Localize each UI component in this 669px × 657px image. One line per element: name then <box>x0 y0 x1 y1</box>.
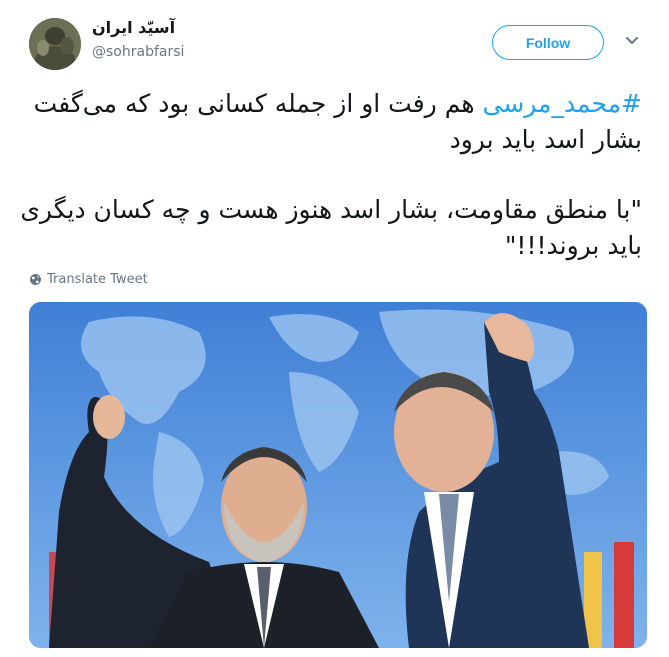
translate-tweet-link[interactable]: Translate Tweet <box>29 272 148 287</box>
photo-image <box>29 302 647 648</box>
follow-button[interactable]: Follow <box>492 25 604 60</box>
translate-tweet-label: Translate Tweet <box>47 272 148 287</box>
tweet-line-1-text: هم رفت او از جمله کسانی بود که می‌گفت <box>33 89 483 118</box>
chevron-down-icon[interactable] <box>624 33 640 49</box>
tweet-line-1: #محمد_مرسی هم رفت او از جمله کسانی بود ک… <box>32 86 642 122</box>
hashtag-link[interactable]: #محمد_مرسی <box>482 89 642 118</box>
tweet-photo[interactable] <box>29 302 647 648</box>
tweet-text: #محمد_مرسی هم رفت او از جمله کسانی بود ک… <box>20 86 642 264</box>
tweet-line-3: "با منطق مقاومت، بشار اسد هنوز هست و چه … <box>20 195 642 224</box>
author-handle[interactable]: @sohrabfarsi <box>92 44 184 60</box>
avatar[interactable] <box>29 18 81 70</box>
avatar-image <box>29 18 81 70</box>
globe-icon <box>30 274 41 285</box>
author-display-name[interactable]: آسیّد ایران <box>92 18 175 37</box>
tweet-line-2: بشار اسد باید برود <box>449 125 642 154</box>
tweet-line-4: باید بروند!!!" <box>504 231 642 260</box>
